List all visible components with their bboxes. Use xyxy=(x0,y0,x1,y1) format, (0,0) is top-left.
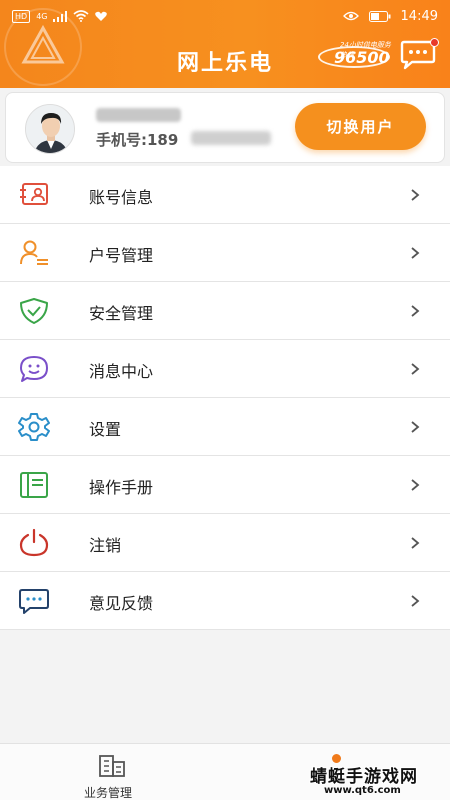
menu-item-settings[interactable]: 设置 xyxy=(0,398,450,456)
phone-redacted xyxy=(191,131,271,145)
chevron-right-icon xyxy=(411,305,420,317)
power-icon xyxy=(19,528,49,557)
heart-icon xyxy=(95,11,108,21)
menu-item-feedback[interactable]: 意见反馈 xyxy=(0,572,450,630)
building-icon xyxy=(99,755,125,777)
feedback-bubble-icon xyxy=(19,589,49,614)
hotline-badge[interactable]: 24小时供电服务热线 96500 xyxy=(318,40,392,68)
user-card: 手机号:189 切换用户 xyxy=(5,92,445,163)
menu-item-account-info[interactable]: 账号信息 xyxy=(0,166,450,224)
shield-check-icon xyxy=(20,298,48,324)
menu-item-label: 消息中心 xyxy=(89,362,154,381)
user-list-icon xyxy=(20,240,48,265)
chevron-right-icon xyxy=(411,421,420,433)
settings-menu: 账号信息 户号管理 安全管理 消息中心 设置 操作手册 注销 意见反馈 xyxy=(0,166,450,630)
chevron-right-icon xyxy=(411,537,420,549)
menu-item-label: 账号信息 xyxy=(89,188,154,207)
menu-item-label: 设置 xyxy=(89,420,122,439)
chevron-right-icon xyxy=(411,479,420,491)
gear-icon xyxy=(18,413,50,441)
menu-item-label: 意见反馈 xyxy=(89,594,154,613)
battery-icon xyxy=(368,10,391,22)
app-header: HD 4G 14:49 网上乐电 24小时供电服务热线 96500 xyxy=(0,0,450,88)
smile-bubble-icon xyxy=(20,356,48,382)
menu-item-messages[interactable]: 消息中心 xyxy=(0,340,450,398)
eye-icon xyxy=(342,11,359,21)
wifi-icon xyxy=(73,10,90,22)
user-name-redacted xyxy=(96,108,181,122)
switch-user-button[interactable]: 切换用户 xyxy=(295,103,426,150)
menu-item-security[interactable]: 安全管理 xyxy=(0,282,450,340)
avatar[interactable] xyxy=(25,104,75,154)
watermark-url: www.qt6.com xyxy=(324,785,401,796)
chevron-right-icon xyxy=(411,247,420,259)
menu-item-logout[interactable]: 注销 xyxy=(0,514,450,572)
menu-item-label: 安全管理 xyxy=(89,304,154,323)
hotline-number: 96500 xyxy=(334,48,390,67)
phone-number: 手机号:189 xyxy=(96,131,179,149)
chevron-right-icon xyxy=(411,363,420,375)
watermark-title: 蜻蜓手游戏网 xyxy=(310,767,418,787)
menu-item-label: 户号管理 xyxy=(89,246,154,265)
menu-item-label: 操作手册 xyxy=(89,478,154,497)
chevron-right-icon xyxy=(411,595,420,607)
menu-item-label: 注销 xyxy=(89,536,122,555)
manual-book-icon xyxy=(20,472,48,498)
id-card-icon xyxy=(20,183,48,205)
title-bar: 网上乐电 24小时供电服务热线 96500 xyxy=(0,8,450,88)
chevron-right-icon xyxy=(411,189,420,201)
notification-dot xyxy=(430,38,439,47)
menu-item-manual[interactable]: 操作手册 xyxy=(0,456,450,514)
site-watermark: 蜻蜓手游戏网 www.qt6.com xyxy=(310,762,436,798)
status-time: 14:49 xyxy=(400,8,438,24)
menu-item-account-number[interactable]: 户号管理 xyxy=(0,224,450,282)
tab-label: 业务管理 xyxy=(84,786,133,800)
tab-business-management[interactable]: 业务管理 xyxy=(70,752,160,800)
